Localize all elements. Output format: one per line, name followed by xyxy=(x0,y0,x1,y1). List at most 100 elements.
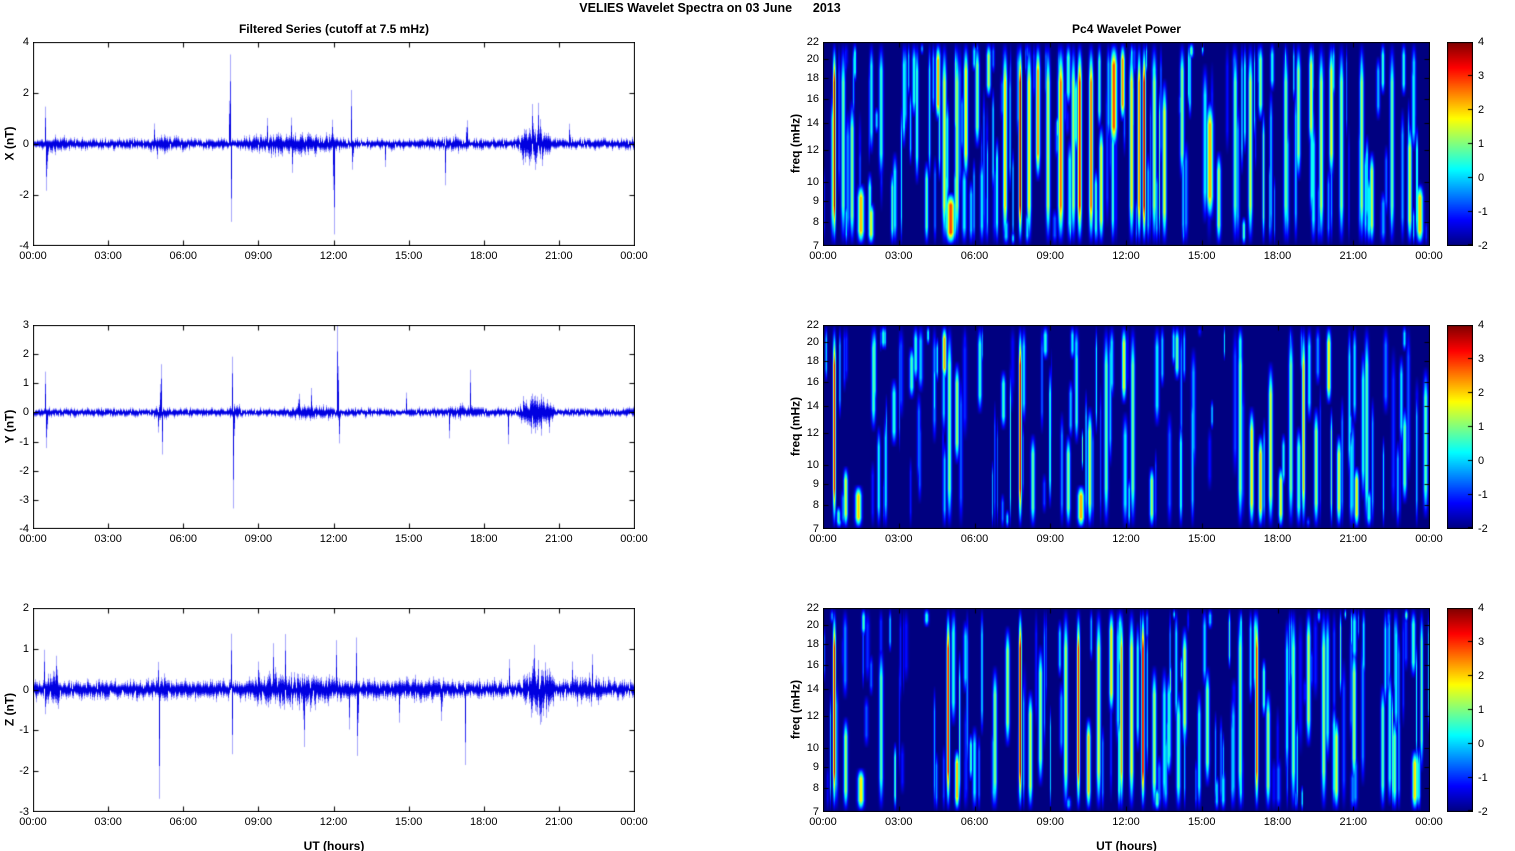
colorbar-tick-label: 4 xyxy=(1478,602,1485,614)
x-tick-label: 12:00 xyxy=(1112,816,1140,828)
colorbar-y xyxy=(1447,325,1473,529)
colorbar-tick-label: 1 xyxy=(1478,704,1485,716)
colorbar-tick-label: -2 xyxy=(1478,240,1488,252)
x-tick-label: 18:00 xyxy=(1263,250,1292,262)
colorbar-tick-label: -2 xyxy=(1478,806,1488,818)
pc4-wavelet-power-title: Pc4 Wavelet Power xyxy=(1072,22,1181,36)
timeseries-x-plot xyxy=(33,42,635,246)
x-tick-label: 03:00 xyxy=(94,250,122,262)
x-tick-label: 03:00 xyxy=(884,533,913,545)
x-tick-label: 00:00 xyxy=(620,816,648,828)
x-tick-label: 12:00 xyxy=(319,533,348,545)
colorbar-tick-label: 4 xyxy=(1478,36,1485,48)
x-tick-label: 00:00 xyxy=(620,250,648,262)
x-tick-label: 18:00 xyxy=(469,250,498,262)
x-tick-label: 15:00 xyxy=(394,250,423,262)
colorbar-tick-label: 1 xyxy=(1478,421,1485,433)
x-tick-label: 15:00 xyxy=(1187,250,1216,262)
y-tick-label: 2 xyxy=(22,602,29,614)
x-tick-label: 09:00 xyxy=(244,250,273,262)
x-tick-label: 00:00 xyxy=(1415,250,1443,262)
x-tick-label: 18:00 xyxy=(1263,533,1292,545)
x-tick-label: 09:00 xyxy=(1036,816,1065,828)
y-axis-label: X (nT) xyxy=(2,126,17,161)
colorbar-tick-label: -2 xyxy=(1478,523,1488,535)
spectrogram-z-heatmap xyxy=(823,608,1430,812)
x-tick-label: 21:00 xyxy=(545,250,573,262)
x-tick-label: 00:00 xyxy=(19,816,47,828)
y-tick-label: 3 xyxy=(22,319,29,331)
colorbar-tick-label: 4 xyxy=(1478,319,1485,331)
x-tick-label: 03:00 xyxy=(884,250,913,262)
x-tick-label: 06:00 xyxy=(960,816,989,828)
figure-suptitle: VELIES Wavelet Spectra on 03 June 2013 xyxy=(579,1,841,15)
x-tick-label: 09:00 xyxy=(1036,250,1065,262)
x-tick-label: 21:00 xyxy=(1339,250,1368,262)
x-tick-label: 15:00 xyxy=(394,816,423,828)
x-tick-label: 06:00 xyxy=(169,250,198,262)
colorbar-tick-label: 0 xyxy=(1478,455,1485,467)
x-tick-label: 09:00 xyxy=(1036,533,1065,545)
y-axis-label: Z (nT) xyxy=(2,692,17,727)
x-tick-label: 00:00 xyxy=(620,533,648,545)
x-tick-label: 00:00 xyxy=(809,250,837,262)
x-tick-label: 12:00 xyxy=(319,250,348,262)
colorbar-tick-label: 2 xyxy=(1478,387,1485,399)
colorbar-tick-label: 3 xyxy=(1478,636,1485,648)
x-tick-label: 15:00 xyxy=(394,533,423,545)
freq-axis-label: freq (mHz) xyxy=(788,113,803,174)
x-tick-label: 06:00 xyxy=(169,533,198,545)
freq-tick-label: 22 xyxy=(806,36,819,48)
colorbar-tick-label: 2 xyxy=(1478,670,1485,682)
x-tick-label: 00:00 xyxy=(19,533,47,545)
freq-tick-label: 22 xyxy=(806,319,819,331)
colorbar-tick-label: 0 xyxy=(1478,738,1485,750)
colorbar-tick-label: -1 xyxy=(1478,206,1488,218)
x-tick-label: 12:00 xyxy=(319,816,348,828)
x-tick-label: 03:00 xyxy=(884,816,913,828)
x-tick-label: 15:00 xyxy=(1187,816,1216,828)
wavelet-spectra-figure: VELIES Wavelet Spectra on 03 June 2013 F… xyxy=(0,0,1515,851)
colorbar-tick-label: -1 xyxy=(1478,489,1488,501)
x-tick-label: 00:00 xyxy=(809,816,837,828)
x-tick-label: 18:00 xyxy=(1263,816,1292,828)
x-tick-label: 06:00 xyxy=(960,250,989,262)
x-tick-label: 03:00 xyxy=(94,533,122,545)
x-axis-label: UT (hours) xyxy=(303,839,365,851)
x-tick-label: 18:00 xyxy=(469,533,498,545)
x-tick-label: 00:00 xyxy=(1415,816,1443,828)
x-tick-label: 06:00 xyxy=(169,816,198,828)
x-tick-label: 03:00 xyxy=(94,816,122,828)
x-tick-label: 00:00 xyxy=(1415,533,1443,545)
x-tick-label: 09:00 xyxy=(244,816,273,828)
colorbar-z xyxy=(1447,608,1473,812)
x-tick-label: 06:00 xyxy=(960,533,989,545)
y-axis-label: Y (nT) xyxy=(2,409,17,444)
x-tick-label: 21:00 xyxy=(545,816,573,828)
colorbar-tick-label: 3 xyxy=(1478,353,1485,365)
freq-axis-label: freq (mHz) xyxy=(788,679,803,740)
x-axis-label: UT (hours) xyxy=(1096,839,1157,851)
filtered-series-title: Filtered Series (cutoff at 7.5 mHz) xyxy=(238,22,430,36)
freq-tick-label: 22 xyxy=(806,602,819,614)
freq-axis-label: freq (mHz) xyxy=(788,396,803,457)
x-tick-label: 15:00 xyxy=(1187,533,1216,545)
spectrogram-x-heatmap xyxy=(823,42,1430,246)
colorbar-tick-label: -1 xyxy=(1478,772,1488,784)
x-tick-label: 00:00 xyxy=(19,250,47,262)
y-tick-label: 4 xyxy=(22,36,29,48)
colorbar-x xyxy=(1447,42,1473,246)
x-tick-label: 21:00 xyxy=(545,533,573,545)
colorbar-tick-label: 0 xyxy=(1478,172,1485,184)
colorbar-tick-label: 3 xyxy=(1478,70,1485,82)
x-tick-label: 12:00 xyxy=(1112,533,1140,545)
x-tick-label: 18:00 xyxy=(469,816,498,828)
x-tick-label: 21:00 xyxy=(1339,533,1368,545)
x-tick-label: 09:00 xyxy=(244,533,273,545)
timeseries-y-plot xyxy=(33,325,635,529)
timeseries-z-plot xyxy=(33,608,635,812)
x-tick-label: 21:00 xyxy=(1339,816,1368,828)
colorbar-tick-label: 1 xyxy=(1478,138,1485,150)
x-tick-label: 12:00 xyxy=(1112,250,1140,262)
colorbar-tick-label: 2 xyxy=(1478,104,1485,116)
